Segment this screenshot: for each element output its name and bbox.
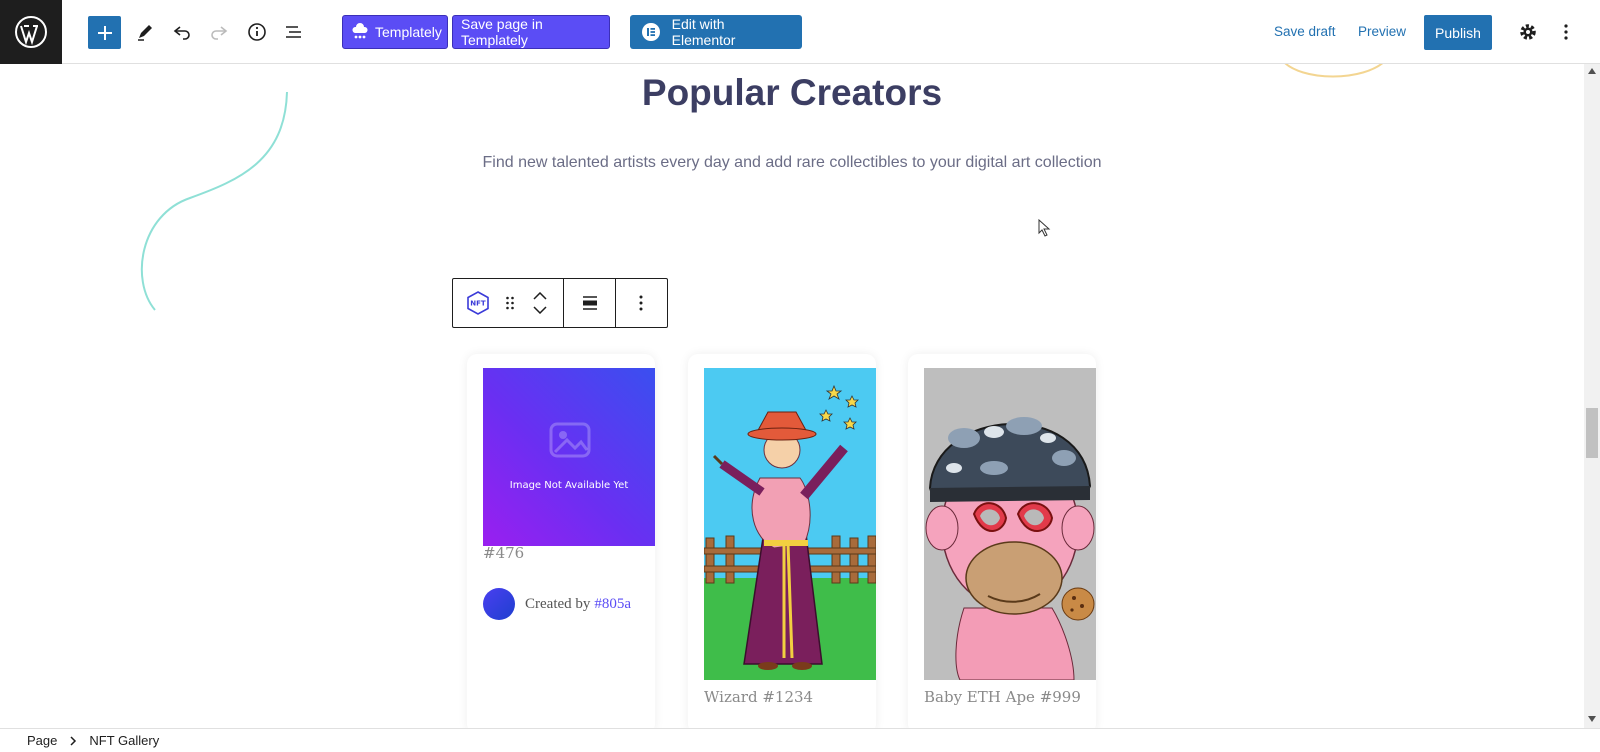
svg-text:NFT: NFT: [470, 300, 486, 308]
scroll-down-arrow-icon[interactable]: [1588, 716, 1596, 722]
nft-image-ape: [924, 368, 1096, 680]
drag-handle-icon[interactable]: [503, 279, 517, 327]
options-kebab-icon[interactable]: [1550, 16, 1582, 48]
nft-title: Wizard #1234: [704, 688, 814, 706]
decorative-curve-icon: [140, 91, 288, 311]
creator-link[interactable]: #805a: [594, 596, 631, 613]
elementor-icon: [642, 23, 660, 41]
info-icon[interactable]: [241, 16, 273, 48]
preview-button[interactable]: Preview: [1358, 24, 1406, 39]
align-wide-icon: [582, 296, 597, 310]
settings-gear-icon[interactable]: [1512, 16, 1544, 48]
editor-canvas: Popular Creators Find new talented artis…: [0, 64, 1584, 728]
templately-cloud-icon: [351, 22, 369, 42]
scroll-up-arrow-icon[interactable]: [1588, 68, 1596, 74]
save-in-templately-button[interactable]: Save page in Templately: [452, 15, 610, 49]
move-up-down-control[interactable]: [517, 279, 563, 327]
edit-with-elementor-button[interactable]: Edit with Elementor: [630, 15, 802, 49]
chevron-up-icon[interactable]: [533, 292, 547, 300]
nft-title: Baby ETH Ape #999: [924, 688, 1081, 706]
elementor-label: Edit with Elementor: [671, 16, 736, 48]
align-button[interactable]: [563, 279, 615, 327]
nft-card[interactable]: Baby ETH Ape #999: [908, 354, 1096, 728]
publish-button[interactable]: Publish: [1424, 15, 1492, 50]
nft-title: #476: [483, 544, 525, 562]
templately-label: Templately: [375, 24, 442, 40]
save-draft-button[interactable]: Save draft: [1274, 24, 1336, 39]
scrollbar-thumb[interactable]: [1586, 408, 1598, 458]
templately-button[interactable]: Templately: [342, 15, 448, 49]
creator-row: Created by #805a: [483, 588, 631, 620]
kebab-menu-icon: [639, 295, 642, 311]
image-not-available-text: Image Not Available Yet: [509, 480, 629, 491]
section-subtitle: Find new talented artists every day and …: [482, 154, 1102, 171]
add-block-button[interactable]: [88, 16, 121, 49]
block-options-button[interactable]: [615, 279, 665, 327]
save-in-templately-label: Save page in Templately: [461, 16, 543, 48]
redo-icon[interactable]: [203, 16, 235, 48]
breadcrumb-item-page[interactable]: Page: [27, 733, 57, 748]
image-placeholder-icon: [549, 422, 591, 458]
nft-block-type-button[interactable]: NFT: [453, 279, 503, 327]
chevron-down-icon[interactable]: [533, 306, 547, 314]
block-toolbar: NFT: [452, 278, 668, 328]
section-heading: Popular Creators: [641, 72, 943, 113]
undo-icon[interactable]: [166, 16, 198, 48]
list-view-icon[interactable]: [278, 16, 310, 48]
nft-hexagon-icon: NFT: [467, 291, 489, 315]
created-by-label: Created by: [525, 595, 591, 612]
chevron-right-icon: [70, 735, 77, 746]
creator-avatar[interactable]: [483, 588, 515, 620]
mouse-cursor-icon: [1038, 219, 1051, 237]
block-breadcrumb: Page NFT Gallery: [0, 728, 1600, 752]
wordpress-logo-icon[interactable]: [0, 0, 62, 64]
nft-card[interactable]: Wizard #1234: [688, 354, 876, 728]
vertical-scrollbar[interactable]: [1584, 64, 1600, 728]
nft-image-placeholder: Image Not Available Yet: [483, 368, 655, 546]
pencil-tools-icon[interactable]: [129, 16, 161, 48]
nft-card[interactable]: Image Not Available Yet #476 Created by …: [467, 354, 655, 728]
breadcrumb-item-nft-gallery[interactable]: NFT Gallery: [89, 733, 159, 748]
nft-image-wizard: [704, 368, 876, 680]
